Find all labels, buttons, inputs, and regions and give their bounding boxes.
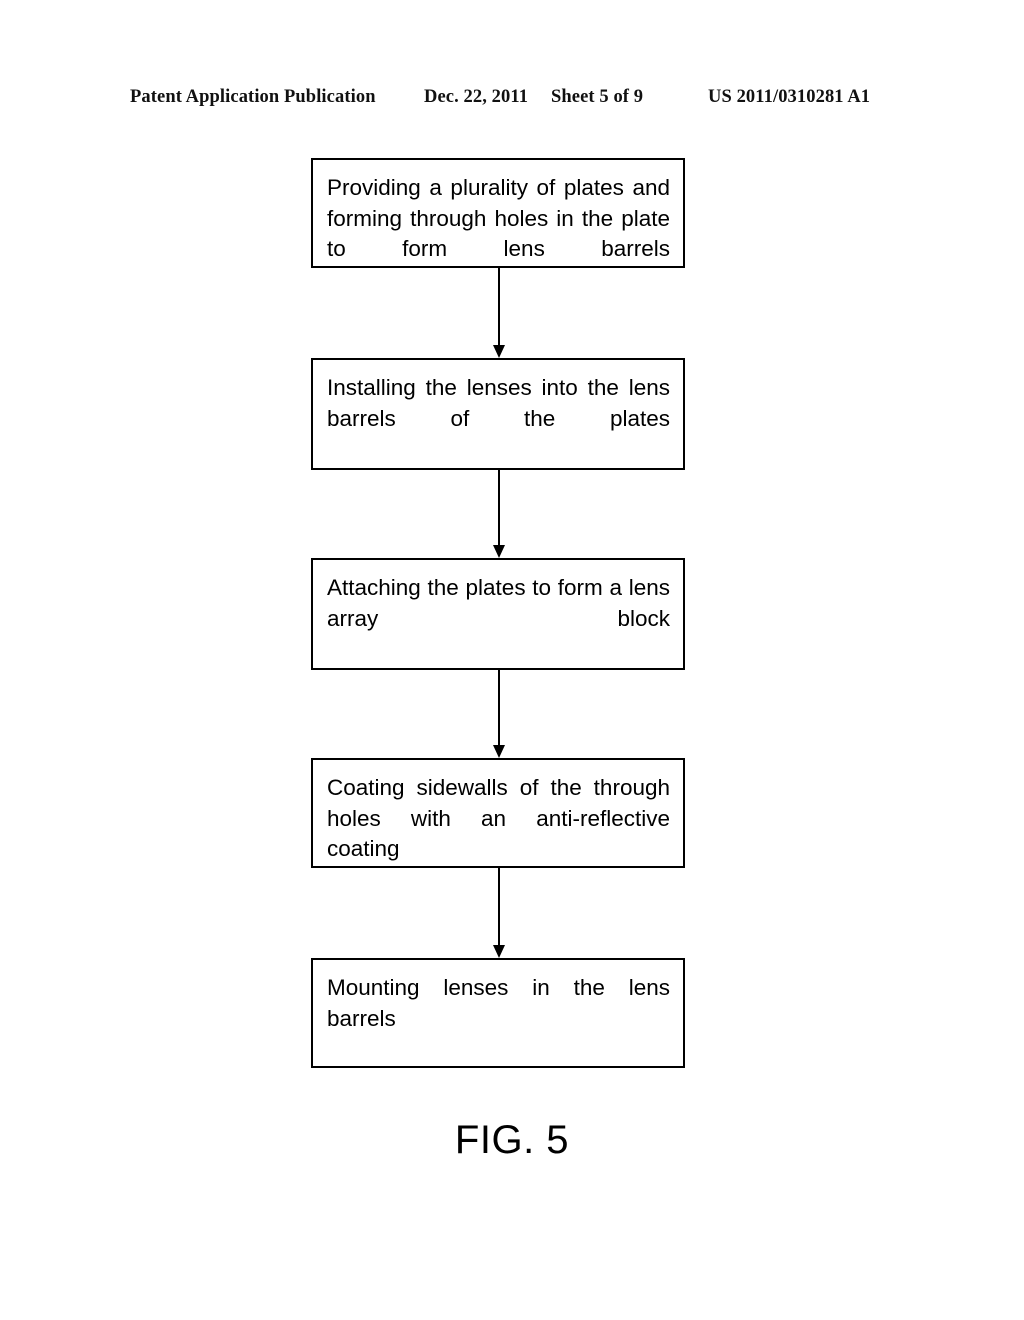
flowchart-step-box: Attaching the plates to form a lens arra… (311, 558, 685, 670)
figure-caption: FIG. 5 (454, 1118, 570, 1162)
flowchart-arrow-connector (493, 268, 505, 358)
flowchart-step-text: Installing the lenses into the lens barr… (327, 375, 670, 431)
arrow-head-icon (493, 545, 505, 558)
arrow-head-icon (493, 745, 505, 758)
flowchart-arrow-connector (493, 670, 505, 758)
flowchart-step-box: Mounting lenses in the lens barrels (311, 958, 685, 1068)
flowchart-arrow-connector (493, 868, 505, 958)
flowchart-step-text: Attaching the plates to form a lens arra… (327, 575, 670, 631)
arrow-stem (498, 268, 500, 346)
arrow-head-icon (493, 945, 505, 958)
arrow-head-icon (493, 345, 505, 358)
flowchart-arrow-connector (493, 470, 505, 558)
flowchart-step-box: Providing a plurality of plates and form… (311, 158, 685, 268)
arrow-stem (498, 670, 500, 746)
arrow-stem (498, 868, 500, 946)
flowchart-step-text: Mounting lenses in the lens barrels (327, 975, 670, 1031)
arrow-stem (498, 470, 500, 546)
flowchart-step-box: Installing the lenses into the lens barr… (311, 358, 685, 470)
flowchart-step-box: Coating sidewalls of the through holes w… (311, 758, 685, 868)
